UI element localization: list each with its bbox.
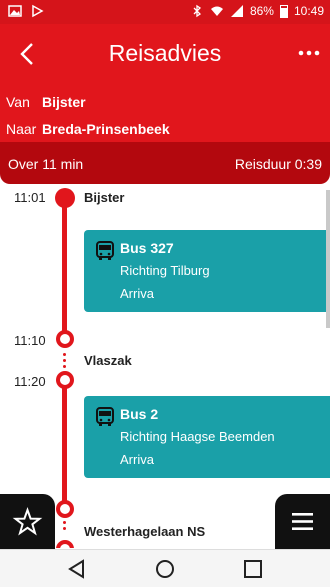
route-line: [62, 380, 67, 510]
hamburger-icon: [292, 513, 313, 530]
nav-back-icon[interactable]: [66, 558, 88, 580]
transfer-dot: [63, 521, 66, 524]
star-icon: [12, 507, 43, 536]
stop-marker: [56, 330, 74, 348]
clock: 10:49: [293, 4, 324, 18]
menu-button[interactable]: [275, 494, 330, 549]
nav-home-icon[interactable]: [154, 558, 176, 580]
stop-marker: [56, 371, 74, 389]
stop-name: Westerhagelaan NS: [84, 524, 206, 539]
status-bar: 86% 10:49: [0, 0, 330, 24]
trip-summary-bar: Over 11 min Reisduur 0:39: [0, 142, 330, 184]
transfer-dot: [63, 365, 66, 368]
scrollbar[interactable]: [326, 190, 330, 328]
wifi-icon: [210, 6, 223, 16]
favorite-button[interactable]: [0, 494, 55, 549]
to-label: Naar: [6, 121, 37, 137]
stop-name: Bijster: [84, 190, 125, 205]
play-store-icon: [32, 4, 44, 18]
battery-icon: [279, 4, 288, 18]
route-line: [62, 198, 67, 332]
app-bar: Reisadvies: [0, 24, 330, 86]
battery-percentage: 86%: [249, 4, 274, 18]
transfer-dot: [63, 527, 66, 530]
trip-duration: Reisduur 0:39: [234, 156, 322, 172]
signal-icon: [230, 5, 243, 17]
bus-operator: Arriva: [120, 452, 154, 467]
bus-operator: Arriva: [120, 286, 154, 301]
bus-direction: Richting Tilburg: [120, 263, 210, 278]
image-icon: [8, 5, 22, 17]
route-to-row: Naar Breda-Prinsenbeek: [6, 121, 170, 137]
route-from-row: Van Bijster: [6, 94, 86, 110]
stop-time: 11:01: [14, 190, 46, 205]
stop-name: Vlaszak: [84, 353, 132, 368]
from-value: Bijster: [42, 94, 86, 110]
stop-time: 11:10: [14, 333, 46, 348]
page-title: Reisadvies: [108, 40, 222, 66]
nav-recents-icon[interactable]: [242, 558, 264, 580]
transfer-dot: [63, 353, 66, 356]
departure-countdown: Over 11 min: [8, 156, 84, 172]
stop-marker: [55, 188, 75, 208]
more-options-icon[interactable]: [296, 38, 322, 68]
stop-marker: [56, 540, 74, 548]
to-value: Breda-Prinsenbeek: [42, 121, 170, 137]
system-nav-bar: [0, 549, 330, 587]
bus-icon: [96, 241, 114, 260]
transfer-dot: [63, 359, 66, 362]
route-panel: Van Bijster Naar Breda-Prinsenbeek: [0, 86, 330, 142]
bus-direction: Richting Haagse Beemden: [120, 429, 275, 444]
stop-marker: [56, 500, 74, 518]
bus-service: Bus 2: [120, 406, 159, 422]
bus-leg-card[interactable]: Bus 2 Richting Haagse Beemden Arriva: [84, 396, 330, 478]
bus-service: Bus 327: [120, 240, 174, 256]
bluetooth-icon: [193, 4, 201, 18]
bus-icon: [96, 407, 114, 426]
bus-leg-card[interactable]: Bus 327 Richting Tilburg Arriva: [84, 230, 330, 312]
stop-time: 11:20: [14, 374, 46, 389]
from-label: Van: [6, 94, 30, 110]
